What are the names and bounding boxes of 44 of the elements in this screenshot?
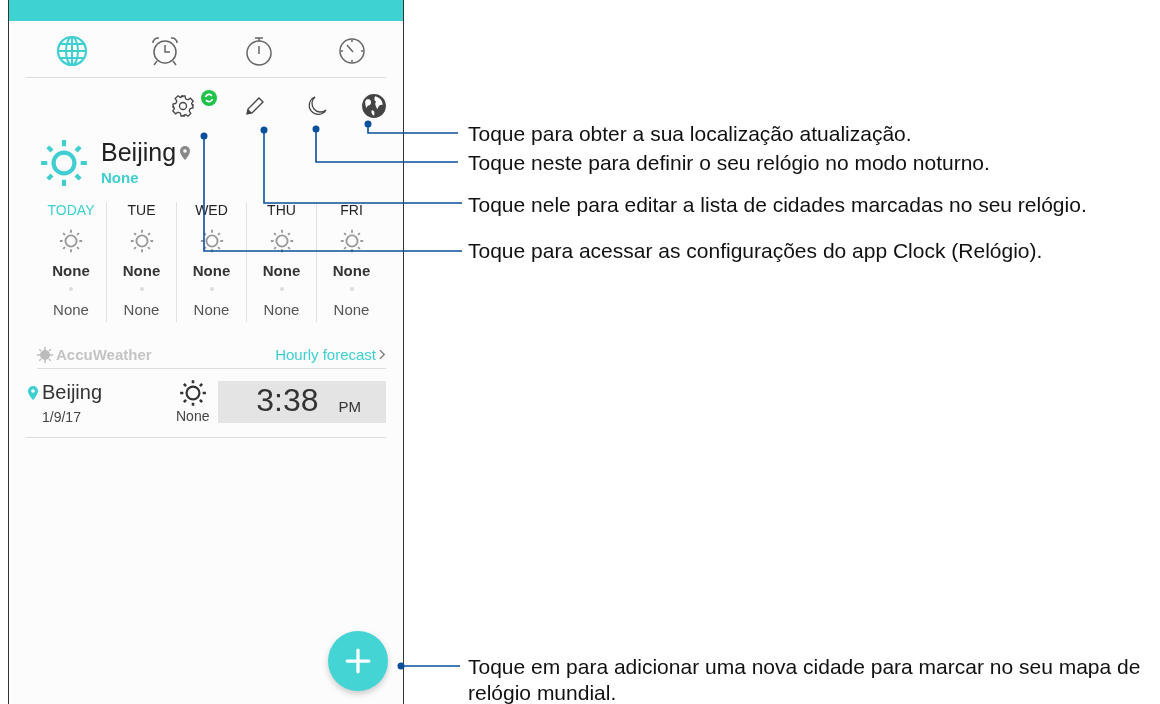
low-temperature: None [263, 301, 300, 318]
high-temperature: None [122, 262, 161, 279]
leader-line [397, 662, 461, 670]
callout-text: Toque neste para definir o seu relógio no modo noturno. [468, 150, 991, 176]
hourly-forecast-link[interactable]: Hourly forecast [275, 346, 386, 363]
location-pin-icon [28, 385, 38, 400]
settings-icon[interactable] [171, 94, 195, 118]
sun-logo-icon [37, 346, 53, 363]
sun-icon [177, 378, 208, 408]
high-temperature: None [52, 262, 90, 279]
sun-icon [58, 228, 84, 254]
low-temperature: None [333, 301, 370, 318]
high-temperature: None [262, 262, 301, 279]
day-label: TUE [127, 202, 156, 220]
weather-condition: None [101, 169, 140, 186]
globe-icon [56, 35, 88, 67]
sun-icon [128, 228, 155, 254]
city-name: Beijing [101, 138, 177, 167]
am-pm-label: PM [338, 398, 361, 415]
low-temperature: None [123, 301, 160, 318]
chevron-right-icon [379, 349, 386, 360]
callout-text: Toque para obter a sua localização atualização. [468, 121, 913, 147]
sync-badge-icon [201, 90, 217, 106]
high-temperature: None [192, 262, 231, 279]
provider-name: AccuWeather [56, 346, 152, 363]
location-pin-icon [180, 145, 191, 160]
clock-time: 3:38 [256, 382, 319, 419]
timer-icon [336, 35, 368, 67]
high-temperature: None [332, 262, 371, 279]
city-date: 1/9/17 [42, 409, 82, 425]
globe-icon[interactable] [361, 93, 387, 119]
day-label: TODAY [47, 202, 95, 220]
city-name: Beijing [42, 381, 103, 404]
plus-icon [345, 648, 371, 674]
callout-text: Toque nele para editar a lista de cidades marcadas no seu relógio. [468, 192, 1088, 218]
day-label: FRI [340, 202, 363, 220]
sun-icon [39, 138, 89, 188]
callout-text: Toque em para adicionar uma nova cidade para marcar no seu mapa de relógio mundial. [468, 654, 1142, 704]
timer-tab[interactable] [336, 35, 368, 67]
day-label: THU [267, 202, 296, 220]
low-temperature: None [53, 301, 89, 318]
weather-condition: None [176, 408, 210, 424]
callout-text: Toque para acessar as configurações do app Clock (Relógio). [468, 238, 1044, 264]
low-temperature: None [193, 301, 230, 318]
